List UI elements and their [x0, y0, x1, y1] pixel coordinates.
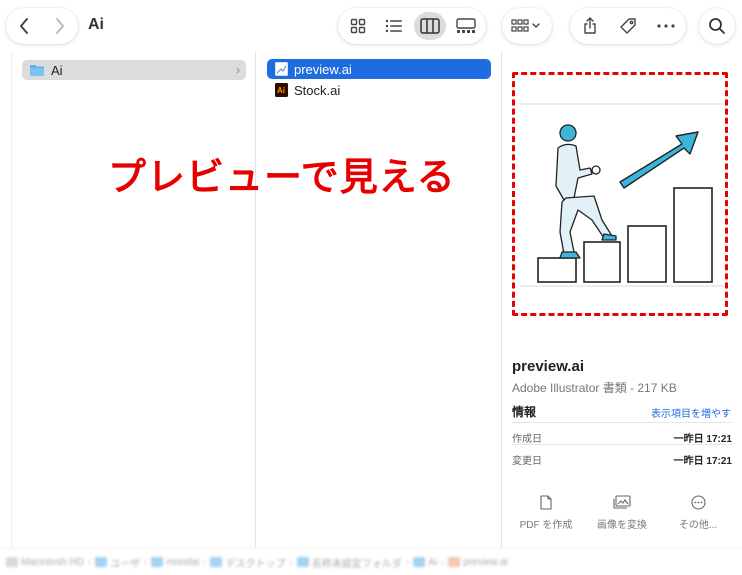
- ellipsis-circle-icon: [690, 494, 706, 510]
- back-button[interactable]: [6, 8, 42, 44]
- forward-button[interactable]: [42, 8, 78, 44]
- crumb-label: mondai: [166, 556, 200, 568]
- more-button[interactable]: [648, 8, 684, 44]
- column-view-button[interactable]: [414, 12, 446, 40]
- group-by-icon: [511, 19, 540, 32]
- image-icon: [613, 495, 631, 509]
- column-divider: [11, 52, 12, 548]
- column-2: preview.ai Ai Stock.ai: [256, 52, 502, 548]
- preview-file-name: preview.ai: [512, 358, 584, 375]
- preview-pane: preview.ai Adobe Illustrator 書類 - 217 KB…: [502, 52, 742, 548]
- chevron-left-icon: [20, 18, 28, 34]
- file-row-preview[interactable]: preview.ai: [267, 59, 491, 79]
- toolbar: Ai: [0, 0, 742, 52]
- quick-action-label: 画像を変換: [597, 520, 647, 531]
- crumb-label: Macintosh HD: [21, 556, 84, 568]
- show-more-link[interactable]: 表示項目を増やす: [651, 405, 731, 420]
- svg-text:Ai: Ai: [277, 86, 285, 95]
- navigation-buttons: [6, 8, 78, 44]
- folder-icon: [210, 557, 223, 567]
- path-crumb[interactable]: デスクトップ ›: [210, 555, 296, 570]
- share-icon: [584, 17, 596, 34]
- path-crumb[interactable]: ユーザ ›: [95, 555, 151, 570]
- path-crumb[interactable]: Ai ›: [413, 557, 448, 568]
- crumb-label: Ai: [428, 556, 438, 568]
- view-switcher: [338, 8, 486, 44]
- preview-thumbnail: [520, 103, 724, 287]
- path-bar: Macintosh HD › ユーザ › mondai › デスクトップ › 名称未設定…: [0, 548, 742, 575]
- illustrator-file-icon: Ai: [274, 83, 288, 97]
- info-row-created: 作成日 一昨日 17:21: [512, 422, 732, 445]
- chevron-right-icon: [56, 18, 64, 34]
- file-icon: [448, 557, 461, 567]
- path-crumb[interactable]: 名称未設定フォルダ ›: [296, 555, 413, 570]
- search-icon: [709, 18, 725, 34]
- file-row-stock[interactable]: Ai Stock.ai: [267, 80, 491, 100]
- chevron-right-icon: ›: [236, 63, 240, 77]
- info-row-modified: 変更日 一昨日 17:21: [512, 444, 732, 467]
- file-label: Stock.ai: [294, 82, 341, 98]
- preview-file-kind: Adobe Illustrator 書類 - 217 KB: [512, 381, 677, 395]
- tag-icon: [620, 18, 636, 34]
- window-title: Ai: [88, 16, 104, 33]
- columns-icon: [420, 18, 440, 34]
- info-value: 一昨日 17:21: [673, 434, 732, 445]
- folder-icon: [30, 64, 44, 76]
- tag-button[interactable]: [610, 8, 646, 44]
- home-icon: [151, 557, 164, 567]
- gallery-icon: [456, 18, 476, 33]
- search-button[interactable]: [699, 8, 735, 44]
- actions-group: [570, 8, 686, 44]
- icon-view-button[interactable]: [342, 12, 374, 40]
- ai-preview-icon: [274, 62, 288, 76]
- crumb-label: デスクトップ: [225, 558, 286, 570]
- more-actions-button[interactable]: その他...: [658, 492, 738, 531]
- document-icon: [540, 494, 552, 510]
- list-icon: [385, 19, 402, 33]
- path-crumb[interactable]: preview.ai: [448, 556, 508, 568]
- column-1: Ai ›: [0, 52, 256, 548]
- annotation-text: プレビューで見える: [108, 155, 456, 199]
- path-crumb[interactable]: Macintosh HD ›: [6, 557, 95, 568]
- gallery-view-button[interactable]: [450, 12, 482, 40]
- path-crumb[interactable]: mondai ›: [151, 557, 210, 568]
- folder-icon: [413, 557, 426, 567]
- folder-icon: [95, 557, 108, 567]
- quick-action-label: PDF を作成: [519, 520, 573, 531]
- folder-icon: [296, 557, 309, 567]
- info-key: 変更日: [512, 456, 542, 467]
- more-icon: [657, 24, 675, 28]
- file-label: preview.ai: [294, 61, 352, 77]
- info-heading: 情報: [512, 405, 537, 419]
- crumb-label: ユーザ: [110, 558, 140, 570]
- quick-action-label: その他...: [678, 520, 718, 531]
- crumb-label: 名称未設定フォルダ: [311, 558, 402, 570]
- create-pdf-button[interactable]: PDF を作成: [506, 492, 586, 531]
- convert-image-button[interactable]: 画像を変換: [582, 492, 662, 531]
- folder-label: Ai: [51, 62, 63, 78]
- grid-icon: [350, 18, 366, 34]
- disk-icon: [6, 557, 18, 567]
- crumb-label: preview.ai: [463, 556, 508, 568]
- group-button[interactable]: [502, 8, 552, 44]
- info-value: 一昨日 17:21: [673, 456, 732, 467]
- folder-row-ai[interactable]: Ai ›: [22, 60, 246, 80]
- list-view-button[interactable]: [378, 12, 410, 40]
- share-button[interactable]: [572, 8, 608, 44]
- info-key: 作成日: [512, 434, 542, 445]
